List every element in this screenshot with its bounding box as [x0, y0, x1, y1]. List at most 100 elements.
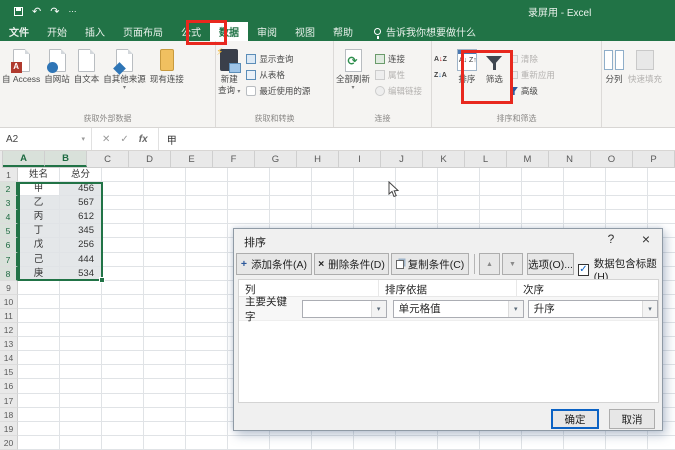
sort-on-select[interactable]: 单元格值 ▾	[392, 299, 524, 318]
cell-O20[interactable]	[606, 435, 648, 450]
cell-D20[interactable]	[144, 435, 186, 450]
row-header-14[interactable]: 14	[0, 351, 18, 366]
cell-D8[interactable]	[144, 266, 186, 281]
cell-P1[interactable]	[648, 168, 675, 183]
cell-B5[interactable]: 345	[60, 224, 102, 239]
cell-D16[interactable]	[144, 379, 186, 394]
cell-A20[interactable]	[18, 435, 60, 450]
cell-B6[interactable]: 256	[60, 238, 102, 253]
tab-home[interactable]: 开始	[38, 22, 76, 41]
cell-D11[interactable]	[144, 308, 186, 324]
cell-E8[interactable]	[186, 266, 228, 281]
cell-L1[interactable]	[480, 168, 522, 183]
cell-A9[interactable]	[18, 280, 60, 295]
cell-M3[interactable]	[522, 196, 564, 211]
row-header-8[interactable]: 8	[0, 266, 18, 281]
cell-D4[interactable]	[144, 210, 186, 225]
column-header-M[interactable]: M	[507, 151, 549, 167]
move-down-button[interactable]: ▼	[502, 253, 523, 275]
new-query-button[interactable]: 新建 查询 ▾	[216, 46, 242, 96]
cell-D15[interactable]	[144, 365, 186, 380]
cell-N2[interactable]	[564, 182, 606, 197]
cell-N20[interactable]	[564, 435, 606, 450]
cell-A13[interactable]	[18, 337, 60, 352]
order-select[interactable]: 升序 ▾	[527, 299, 658, 318]
cell-C18[interactable]	[102, 407, 144, 422]
undo-icon[interactable]: ↶	[32, 5, 41, 18]
cell-D18[interactable]	[144, 407, 186, 422]
cell-P3[interactable]	[648, 196, 675, 211]
cell-D19[interactable]	[144, 421, 186, 436]
row-header-19[interactable]: 19	[0, 421, 18, 436]
cell-A15[interactable]	[18, 365, 60, 380]
cell-C2[interactable]	[102, 182, 144, 197]
row-header-12[interactable]: 12	[0, 323, 18, 338]
chevron-down-icon[interactable]: ▾	[507, 300, 523, 317]
row-header-20[interactable]: 20	[0, 435, 18, 450]
cell-H3[interactable]	[312, 196, 354, 211]
cell-C1[interactable]	[102, 168, 144, 183]
chevron-down-icon[interactable]: ▾	[81, 135, 85, 143]
ok-button[interactable]: 确定	[551, 409, 599, 429]
cell-A12[interactable]	[18, 323, 60, 338]
cell-D6[interactable]	[144, 238, 186, 253]
cell-A4[interactable]: 丙	[18, 210, 60, 225]
insert-function-icon[interactable]: fx	[139, 134, 148, 145]
row-header-5[interactable]: 5	[0, 224, 18, 239]
cell-F3[interactable]	[228, 196, 270, 211]
sort-ascending-button[interactable]: A↓Z	[432, 55, 449, 64]
cell-G20[interactable]	[270, 435, 312, 450]
cell-F20[interactable]	[228, 435, 270, 450]
cell-L2[interactable]	[480, 182, 522, 197]
tab-view[interactable]: 视图	[286, 22, 324, 41]
cell-L3[interactable]	[480, 196, 522, 211]
column-header-D[interactable]: D	[129, 151, 171, 167]
row-header-1[interactable]: 1	[0, 168, 18, 183]
from-other-sources-button[interactable]: 自其他来源 ▾	[101, 46, 148, 92]
select-all-corner[interactable]	[0, 151, 3, 168]
cell-C11[interactable]	[102, 308, 144, 324]
cell-O2[interactable]	[606, 182, 648, 197]
cell-B2[interactable]: 456	[60, 182, 102, 197]
cell-L4[interactable]	[480, 210, 522, 225]
cell-C13[interactable]	[102, 337, 144, 352]
column-header-G[interactable]: G	[255, 151, 297, 167]
cell-K20[interactable]	[438, 435, 480, 450]
cell-E7[interactable]	[186, 252, 228, 267]
cell-H1[interactable]	[312, 168, 354, 183]
from-access-button[interactable]: A 自 Access	[0, 46, 42, 86]
cell-F4[interactable]	[228, 210, 270, 225]
recent-sources-button[interactable]: 最近使用的源	[246, 85, 310, 97]
column-header-P[interactable]: P	[633, 151, 675, 167]
cell-E5[interactable]	[186, 224, 228, 239]
name-box[interactable]: A2 ▾	[0, 128, 92, 150]
row-header-11[interactable]: 11	[0, 308, 18, 324]
cell-B7[interactable]: 444	[60, 252, 102, 267]
cell-E9[interactable]	[186, 280, 228, 295]
cell-O1[interactable]	[606, 168, 648, 183]
cell-N1[interactable]	[564, 168, 606, 183]
cell-H2[interactable]	[312, 182, 354, 197]
column-header-H[interactable]: H	[297, 151, 339, 167]
cell-B1[interactable]: 总分	[60, 168, 102, 183]
cell-E11[interactable]	[186, 308, 228, 324]
cell-A10[interactable]	[18, 294, 60, 309]
advanced-button[interactable]: 高级	[509, 85, 555, 97]
help-icon[interactable]: ?	[600, 232, 622, 246]
row-header-16[interactable]: 16	[0, 379, 18, 394]
refresh-all-button[interactable]: 全部刷新 ▾	[334, 46, 372, 92]
cell-C8[interactable]	[102, 266, 144, 281]
cell-D17[interactable]	[144, 393, 186, 408]
column-header-C[interactable]: C	[87, 151, 129, 167]
cell-A18[interactable]	[18, 407, 60, 422]
show-queries-button[interactable]: 显示查询	[246, 53, 310, 65]
cell-B17[interactable]	[60, 393, 102, 408]
cell-C7[interactable]	[102, 252, 144, 267]
row-header-9[interactable]: 9	[0, 280, 18, 295]
cell-A2[interactable]: 甲	[18, 182, 60, 197]
cell-E12[interactable]	[186, 323, 228, 338]
cell-C20[interactable]	[102, 435, 144, 450]
cell-C4[interactable]	[102, 210, 144, 225]
cell-I4[interactable]	[354, 210, 396, 225]
tab-page-layout[interactable]: 页面布局	[114, 22, 172, 41]
